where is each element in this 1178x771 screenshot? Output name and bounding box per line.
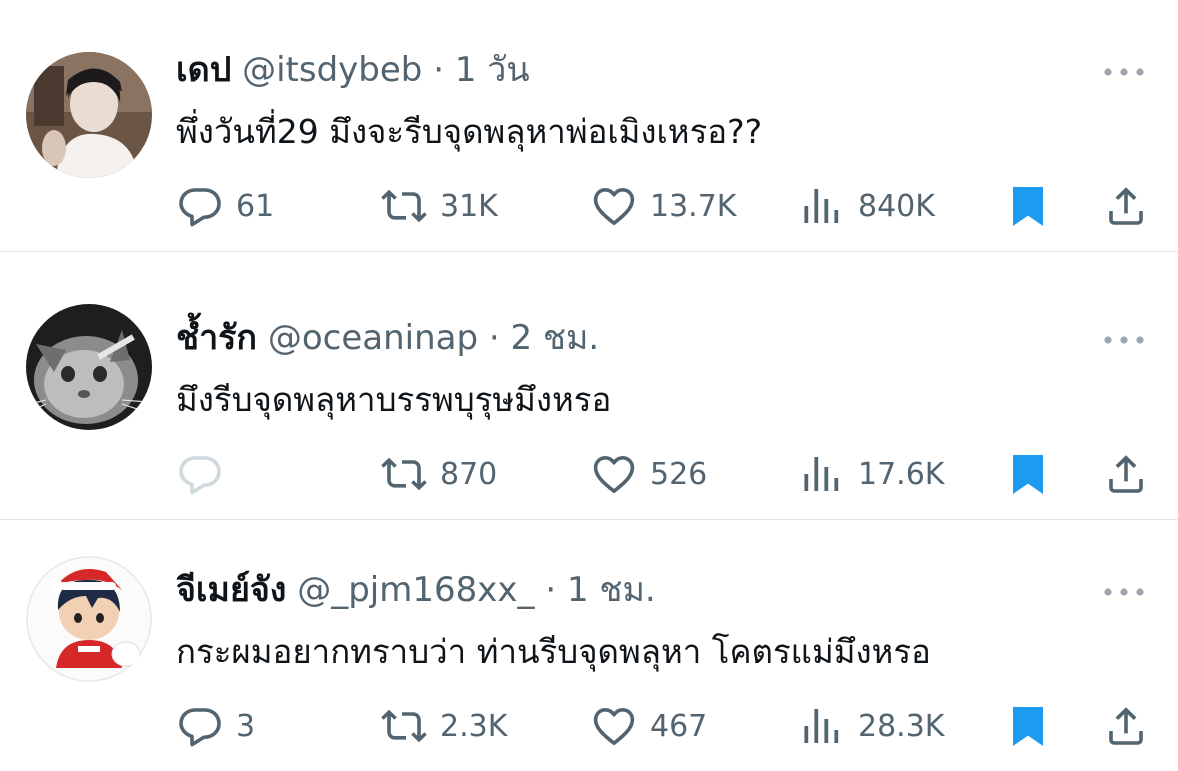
- timeline-feed: เดป @itsdybeb · 1 วัน พึ่งวันที่29 มึงจะ…: [0, 0, 1178, 771]
- tweet[interactable]: เดป @itsdybeb · 1 วัน พึ่งวันที่29 มึงจะ…: [0, 0, 1178, 252]
- tweet-header: ช้ำรัก @oceaninap · 2 ชม.: [176, 312, 1058, 364]
- reply-count: 61: [236, 188, 275, 224]
- retweet-button[interactable]: 870: [380, 446, 497, 502]
- username[interactable]: @oceaninap: [268, 318, 478, 358]
- reply-icon: [179, 188, 221, 227]
- timestamp[interactable]: 1 วัน: [455, 50, 530, 90]
- separator: ·: [433, 50, 445, 90]
- reply-icon: [179, 708, 221, 747]
- bookmark-button[interactable]: [1004, 698, 1052, 754]
- reply-count: 3: [236, 708, 256, 744]
- like-count: 526: [650, 456, 708, 492]
- views-button[interactable]: 840K: [798, 178, 935, 234]
- like-button[interactable]: 13.7K: [590, 178, 736, 234]
- tweet-header: จีเมย์จัง @_pjm168xx_ · 1 ชม.: [176, 564, 1058, 616]
- display-name[interactable]: ช้ำรัก: [176, 318, 257, 358]
- views-button[interactable]: 17.6K: [798, 446, 944, 502]
- share-button[interactable]: [1102, 446, 1150, 502]
- timestamp[interactable]: 2 ชม.: [510, 318, 599, 358]
- reply-button[interactable]: 61: [176, 178, 274, 234]
- separator: ·: [488, 318, 500, 358]
- reply-button[interactable]: [176, 446, 236, 502]
- share-button[interactable]: [1102, 178, 1150, 234]
- views-icon: [804, 457, 839, 491]
- retweet-count: 870: [440, 456, 498, 492]
- username[interactable]: @_pjm168xx_: [297, 570, 534, 610]
- bookmark-icon: [1013, 455, 1043, 494]
- more-icon[interactable]: [1102, 582, 1146, 602]
- timestamp[interactable]: 1 ชม.: [567, 570, 656, 610]
- username[interactable]: @itsdybeb: [242, 50, 422, 90]
- heart-icon: [593, 708, 635, 745]
- retweet-count: 2.3K: [440, 708, 508, 744]
- avatar-image: [26, 52, 152, 178]
- tweet-actions: 870 526 17.6K: [176, 446, 1156, 502]
- retweet-button[interactable]: 31K: [380, 178, 498, 234]
- views-icon: [804, 189, 839, 223]
- heart-icon: [593, 188, 635, 225]
- heart-icon: [593, 456, 635, 493]
- share-icon: [1109, 187, 1143, 225]
- views-count: 28.3K: [858, 708, 945, 744]
- share-icon: [1109, 707, 1143, 745]
- tweet-text: มึงรีบจุดพลุหาบรรพบุรุษมึงหรอ: [176, 380, 612, 419]
- tweet[interactable]: ช้ำรัก @oceaninap · 2 ชม. มึงรีบจุดพลุหา…: [0, 268, 1178, 520]
- bookmark-button[interactable]: [1004, 178, 1052, 234]
- views-count: 840K: [858, 188, 935, 224]
- avatar[interactable]: [26, 52, 152, 178]
- avatar[interactable]: [26, 556, 152, 682]
- like-count: 13.7K: [650, 188, 737, 224]
- like-count: 467: [650, 708, 708, 744]
- retweet-button[interactable]: 2.3K: [380, 698, 507, 754]
- like-button[interactable]: 526: [590, 446, 707, 502]
- bookmark-icon: [1013, 707, 1043, 746]
- tweet-actions: 61 31K 13.7K 840K: [176, 178, 1156, 234]
- retweet-count: 31K: [440, 188, 498, 224]
- retweet-icon: [381, 709, 427, 743]
- tweet-actions: 3 2.3K 467 28.3K: [176, 698, 1156, 754]
- tweet-header: เดป @itsdybeb · 1 วัน: [176, 44, 1058, 96]
- reply-button[interactable]: 3: [176, 698, 255, 754]
- views-button[interactable]: 28.3K: [798, 698, 944, 754]
- retweet-icon: [381, 189, 427, 223]
- share-button[interactable]: [1102, 698, 1150, 754]
- tweet-text: กระผมอยากทราบว่า ท่านรีบจุดพลุหา โคตรแม่…: [176, 632, 931, 671]
- tweet[interactable]: จีเมย์จัง @_pjm168xx_ · 1 ชม. กระผมอยากท…: [0, 520, 1178, 771]
- retweet-icon: [381, 457, 427, 491]
- display-name[interactable]: เดป: [176, 50, 231, 90]
- reply-icon: [179, 456, 221, 495]
- avatar[interactable]: [26, 304, 152, 430]
- avatar-image: [26, 304, 152, 430]
- avatar-image: [26, 556, 152, 682]
- display-name[interactable]: จีเมย์จัง: [176, 570, 286, 610]
- bookmark-icon: [1013, 187, 1043, 226]
- views-count: 17.6K: [858, 456, 945, 492]
- like-button[interactable]: 467: [590, 698, 707, 754]
- bookmark-button[interactable]: [1004, 446, 1052, 502]
- more-icon[interactable]: [1102, 62, 1146, 82]
- share-icon: [1109, 455, 1143, 493]
- more-icon[interactable]: [1102, 330, 1146, 350]
- separator: ·: [545, 570, 557, 610]
- tweet-text: พึ่งวันที่29 มึงจะรีบจุดพลุหาพ่อเมิงเหรอ…: [176, 112, 763, 151]
- views-icon: [804, 709, 839, 743]
